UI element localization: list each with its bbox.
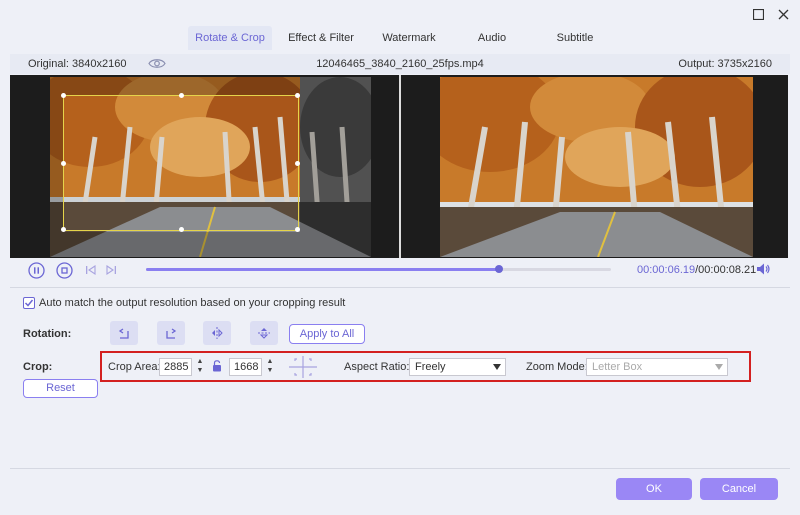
divider [10,287,790,288]
info-bar: 12046465_3840_2160_25fps.mp4 Original: 3… [10,54,790,74]
video-editor-window: Rotate & Crop Effect & Filter Watermark … [0,0,800,515]
rotate-right-button[interactable] [157,321,185,345]
chevron-down-icon [493,364,501,370]
previous-frame-icon[interactable] [82,261,100,279]
preview-divider [399,75,401,258]
maximize-icon[interactable] [750,6,766,22]
crop-label: Crop: [23,361,53,373]
flip-horizontal-icon [212,327,223,339]
tab-watermark[interactable]: Watermark [372,26,446,50]
auto-match-option[interactable]: Auto match the output resolution based o… [23,296,345,310]
flip-vertical-button[interactable] [250,321,278,345]
next-frame-icon[interactable] [102,261,120,279]
apply-to-all-button[interactable]: Apply to All [289,324,365,344]
chevron-down-icon [715,364,723,370]
file-name: 12046465_3840_2160_25fps.mp4 [316,58,484,70]
auto-match-checkbox[interactable] [23,297,35,309]
rotate-left-button[interactable] [110,321,138,345]
tab-rotate-crop[interactable]: Rotate & Crop [188,26,272,50]
video-preview [10,75,788,258]
crop-handle[interactable] [61,93,66,98]
output-preview [440,77,753,257]
aspect-ratio-value: Freely [415,361,446,373]
flip-vertical-icon [258,328,270,339]
eye-icon[interactable] [148,57,166,70]
rotation-label: Rotation: [23,328,72,340]
total-time: /00:00:08.21 [695,264,757,276]
progress-fill [146,268,500,271]
tab-audio[interactable]: Audio [460,26,524,50]
volume-icon[interactable] [756,262,770,279]
lock-icon[interactable] [212,360,222,375]
flip-horizontal-button[interactable] [203,321,231,345]
progress-knob[interactable] [495,265,504,273]
tab-bar: Rotate & Crop Effect & Filter Watermark … [0,26,800,50]
center-crop-icon[interactable] [289,356,317,381]
crop-height-input[interactable]: 1668 [229,358,262,376]
original-preview[interactable] [50,77,371,257]
crop-handle[interactable] [295,161,300,166]
crop-selection-box[interactable] [61,93,300,232]
stop-icon[interactable] [55,261,73,279]
pause-icon[interactable] [27,261,45,279]
zoom-mode-label: Zoom Mode: [526,361,588,373]
zoom-mode-value: Letter Box [592,361,643,373]
rotate-left-icon [118,328,129,339]
crop-handle[interactable] [179,227,184,232]
reset-button[interactable]: Reset [23,379,98,398]
current-time: 00:00:06.19 [637,264,696,276]
ok-button[interactable]: OK [616,478,692,500]
progress-bar[interactable] [146,265,611,273]
playback-controls: 00:00:06.19/00:00:08.21 [0,260,800,280]
close-icon[interactable] [775,6,791,22]
timecode: 00:00:06.19/00:00:08.21 [637,264,756,276]
divider [10,468,790,469]
crop-handle[interactable] [179,93,184,98]
crop-handle[interactable] [295,93,300,98]
aspect-ratio-label: Aspect Ratio: [344,361,410,373]
zoom-mode-select[interactable]: Letter Box [586,358,728,376]
crop-handle[interactable] [61,227,66,232]
original-resolution: Original: 3840x2160 [28,58,127,70]
crop-handle[interactable] [295,227,300,232]
crop-height-stepper[interactable]: ▲ ▼ [265,357,275,377]
cancel-button[interactable]: Cancel [700,478,778,500]
crop-width-stepper[interactable]: ▲ ▼ [195,357,205,377]
output-resolution: Output: 3735x2160 [678,58,772,70]
tab-subtitle[interactable]: Subtitle [540,26,610,50]
crop-area-label: Crop Area: [108,361,161,373]
auto-match-label: Auto match the output resolution based o… [39,297,346,309]
rotate-right-icon [166,328,177,339]
crop-handle[interactable] [61,161,66,166]
aspect-ratio-select[interactable]: Freely [409,358,506,376]
tab-effect-filter[interactable]: Effect & Filter [280,26,362,50]
crop-width-input[interactable]: 2885 [159,358,192,376]
